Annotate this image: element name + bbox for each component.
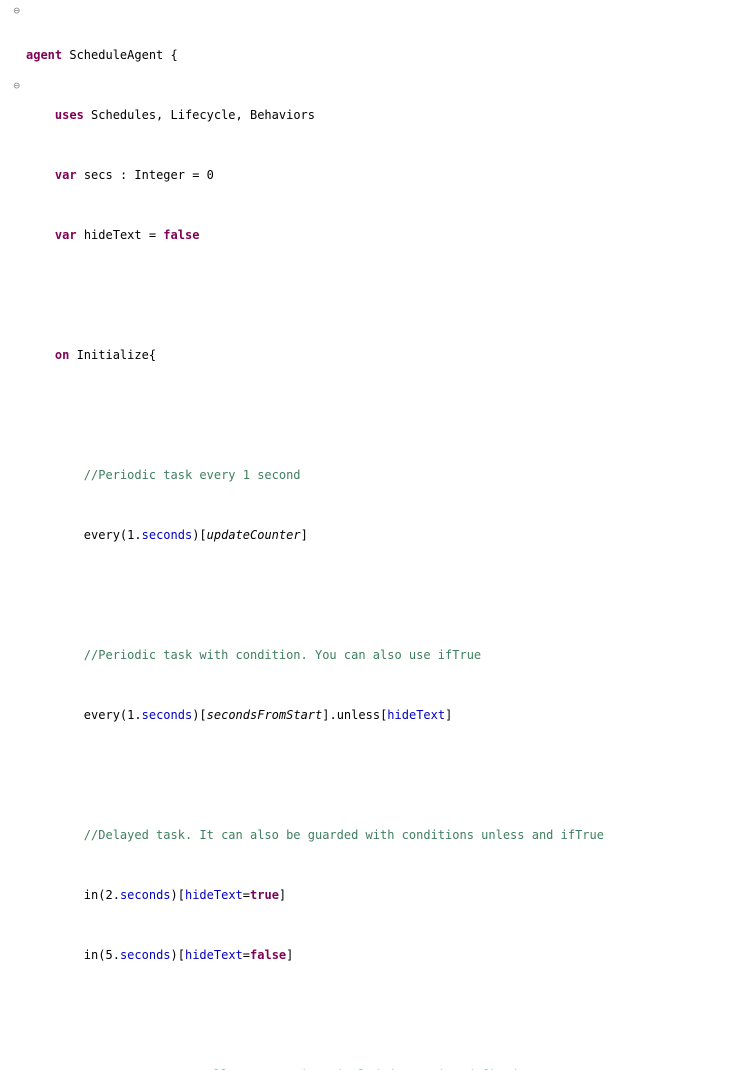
method: secondsFromStart — [207, 708, 323, 722]
fold-toggle-icon[interactable]: ⊖ — [0, 78, 24, 93]
text: hideText = — [77, 228, 164, 242]
number: 0 — [207, 168, 214, 182]
text: Initialize{ — [69, 348, 156, 362]
text: secs : Integer = — [77, 168, 207, 182]
method: updateCounter — [207, 528, 301, 542]
text: in — [84, 888, 98, 902]
field: seconds — [142, 708, 193, 722]
number: 1 — [127, 708, 134, 722]
text: every — [84, 528, 120, 542]
field: seconds — [142, 528, 193, 542]
keyword: var — [55, 228, 77, 242]
text: every — [84, 708, 120, 722]
comment: //Delayed task. It can also be guarded w… — [84, 828, 604, 842]
number: 2 — [105, 888, 112, 902]
keyword: agent — [26, 48, 62, 62]
field: hideText — [185, 948, 243, 962]
code-area[interactable]: agent ScheduleAgent { uses Schedules, Li… — [24, 0, 626, 1070]
keyword: uses — [55, 108, 84, 122]
code-editor: ⊖ ⊖ agent ScheduleAgent { uses Schedules… — [0, 0, 731, 1070]
keyword: true — [250, 888, 279, 902]
field: seconds — [120, 948, 171, 962]
text: ScheduleAgent { — [62, 48, 178, 62]
field: hideText — [185, 888, 243, 902]
field: seconds — [120, 888, 171, 902]
text: unless — [337, 708, 380, 722]
field: hideText — [387, 708, 445, 722]
fold-toggle-icon[interactable]: ⊖ — [0, 3, 24, 18]
keyword: false — [250, 948, 286, 962]
text: Schedules, Lifecycle, Behaviors — [84, 108, 315, 122]
comment: //You can access all agent actions inclu… — [84, 1068, 525, 1070]
number: 5 — [105, 948, 112, 962]
comment: //Periodic task every 1 second — [84, 468, 301, 482]
keyword: var — [55, 168, 77, 182]
keyword: false — [163, 228, 199, 242]
number: 1 — [127, 528, 134, 542]
text: in — [84, 948, 98, 962]
comment: //Periodic task with condition. You can … — [84, 648, 481, 662]
keyword: on — [55, 348, 69, 362]
gutter: ⊖ ⊖ — [0, 0, 24, 1070]
